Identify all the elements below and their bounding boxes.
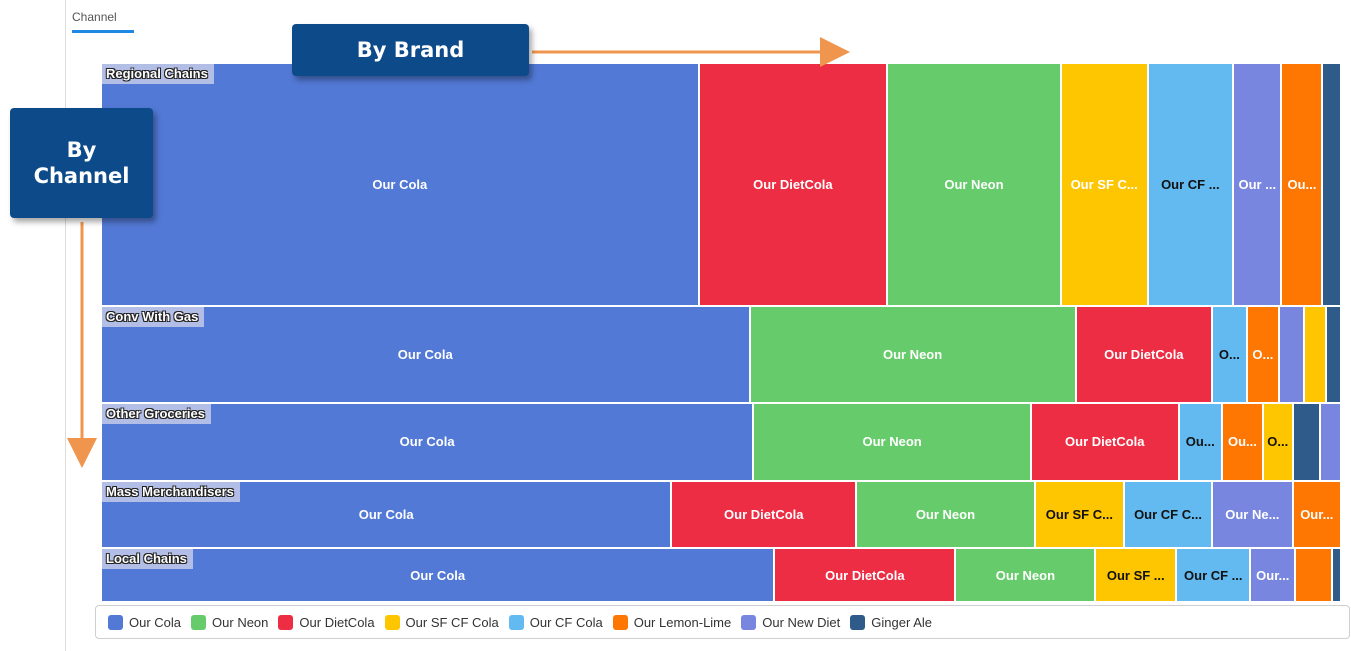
by-channel-callout: By Channel — [10, 108, 153, 218]
by-brand-text: By Brand — [356, 38, 465, 62]
by-brand-callout: By Brand — [292, 24, 529, 76]
by-channel-text-line1: By — [66, 137, 97, 162]
by-channel-text-line2: Channel — [33, 164, 130, 188]
callout-arrows — [67, 37, 850, 468]
